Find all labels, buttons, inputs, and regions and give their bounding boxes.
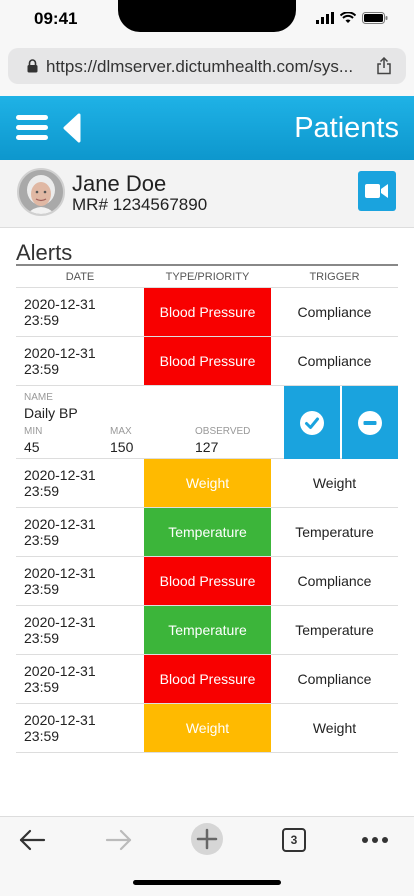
alert-date-time: 23:59 <box>24 312 60 328</box>
alert-date-day: 2020-12-31 <box>24 345 96 361</box>
status-bar: 09:41 <box>0 0 414 40</box>
table-row[interactable]: 2020-12-31 23:59 Weight Weight <box>16 459 398 508</box>
alert-date-time: 23:59 <box>24 630 60 646</box>
alert-date-day: 2020-12-31 <box>24 467 96 483</box>
app-header: Patients <box>0 96 414 160</box>
minus-circle-icon <box>358 410 382 435</box>
patient-summary: Jane Doe MR# 1234567890 <box>0 160 414 228</box>
wifi-icon <box>340 12 356 23</box>
alert-detail-info: NAME Daily BP MIN 45 MAX 150 OBSERVED 12… <box>16 386 284 458</box>
alert-type-badge: Blood Pressure <box>144 337 271 385</box>
alert-trigger: Compliance <box>297 304 372 320</box>
detail-observed-value: 127 <box>195 439 219 455</box>
alert-trigger: Weight <box>312 720 357 736</box>
alert-date: 2020-12-31 23:59 <box>16 459 144 507</box>
home-indicator <box>133 880 281 885</box>
alert-date-day: 2020-12-31 <box>24 516 96 532</box>
lock-icon <box>27 59 38 73</box>
signal-icon <box>316 12 334 24</box>
alert-trigger: Weight <box>312 475 357 491</box>
alert-type-badge: Weight <box>144 459 271 507</box>
alert-date: 2020-12-31 23:59 <box>16 606 144 654</box>
alert-trigger: Compliance <box>297 671 372 687</box>
patient-mr-number: MR# 1234567890 <box>72 195 208 214</box>
column-header-date: DATE <box>65 270 95 283</box>
alert-date-time: 23:59 <box>24 728 60 744</box>
column-header-trigger: TRIGGER <box>309 270 360 283</box>
alert-date-time: 23:59 <box>24 679 60 695</box>
alert-date-day: 2020-12-31 <box>24 296 96 312</box>
avatar <box>17 168 65 216</box>
hamburger-menu-icon[interactable] <box>16 115 48 141</box>
page-title: Patients <box>294 112 399 144</box>
battery-icon <box>362 12 388 24</box>
alert-type-badge: Weight <box>144 704 271 752</box>
device-notch <box>118 0 296 32</box>
alert-type-badge: Temperature <box>144 606 271 654</box>
alert-date-time: 23:59 <box>24 483 60 499</box>
alert-date: 2020-12-31 23:59 <box>16 508 144 556</box>
detail-name-label: NAME <box>24 392 53 403</box>
table-row[interactable]: 2020-12-31 23:59 Temperature Temperature <box>16 606 398 655</box>
acknowledge-button[interactable] <box>284 386 340 459</box>
url-text[interactable]: https://dlmserver.dictumhealth.com/sys..… <box>46 57 368 77</box>
patient-photo <box>19 170 63 214</box>
alert-trigger: Compliance <box>297 353 372 369</box>
detail-min-value: 45 <box>24 439 40 455</box>
alert-date: 2020-12-31 23:59 <box>16 704 144 752</box>
alert-date: 2020-12-31 23:59 <box>16 557 144 605</box>
dismiss-button[interactable] <box>342 386 398 459</box>
alert-detail-panel: NAME Daily BP MIN 45 MAX 150 OBSERVED 12… <box>16 386 398 459</box>
alert-type-badge: Blood Pressure <box>144 288 271 336</box>
status-icons <box>316 12 388 24</box>
alert-date-time: 23:59 <box>24 532 60 548</box>
alert-trigger: Temperature <box>295 622 374 638</box>
detail-max-value: 150 <box>110 439 134 455</box>
alert-type-badge: Blood Pressure <box>144 655 271 703</box>
table-row[interactable]: 2020-12-31 23:59 Blood Pressure Complianc… <box>16 557 398 606</box>
browser-forward-icon[interactable] <box>105 829 133 851</box>
table-row[interactable]: 2020-12-31 23:59 Blood Pressure Complianc… <box>16 655 398 704</box>
detail-max-label: MAX <box>110 426 132 437</box>
address-bar[interactable]: https://dlmserver.dictumhealth.com/sys..… <box>8 48 406 84</box>
table-row[interactable]: 2020-12-31 23:59 Blood Pressure Complianc… <box>16 337 398 386</box>
alerts-table: DATE TYPE/PRIORITY TRIGGER 2020-12-31 23:… <box>16 266 398 753</box>
alert-date-day: 2020-12-31 <box>24 565 96 581</box>
status-time: 09:41 <box>34 9 78 28</box>
patient-name: Jane Doe <box>72 171 167 196</box>
share-icon[interactable] <box>376 57 392 75</box>
detail-observed-label: OBSERVED <box>195 426 251 437</box>
alert-type-badge: Temperature <box>144 508 271 556</box>
video-call-button[interactable] <box>358 171 396 211</box>
table-row[interactable]: 2020-12-31 23:59 Weight Weight <box>16 704 398 753</box>
column-header-type: TYPE/PRIORITY <box>165 270 250 283</box>
browser-address-area: https://dlmserver.dictumhealth.com/sys..… <box>0 40 414 96</box>
video-camera-icon <box>365 184 388 198</box>
table-header: DATE TYPE/PRIORITY TRIGGER <box>16 266 398 288</box>
back-arrow-icon[interactable] <box>62 113 82 143</box>
alert-date-day: 2020-12-31 <box>24 614 96 630</box>
table-row[interactable]: 2020-12-31 23:59 Temperature Temperature <box>16 508 398 557</box>
alert-trigger: Temperature <box>295 524 374 540</box>
detail-name-value: Daily BP <box>24 405 78 421</box>
alert-trigger: Compliance <box>297 573 372 589</box>
alert-date-day: 2020-12-31 <box>24 663 96 679</box>
table-row[interactable]: 2020-12-31 23:59 Blood Pressure Complianc… <box>16 288 398 337</box>
detail-min-label: MIN <box>24 426 43 437</box>
alert-date-time: 23:59 <box>24 581 60 597</box>
alert-date: 2020-12-31 23:59 <box>16 288 144 336</box>
more-options-icon[interactable] <box>362 837 388 843</box>
alert-date-day: 2020-12-31 <box>24 712 96 728</box>
check-circle-icon <box>300 410 324 435</box>
alert-date: 2020-12-31 23:59 <box>16 655 144 703</box>
alert-date-time: 23:59 <box>24 361 60 377</box>
alert-type-badge: Blood Pressure <box>144 557 271 605</box>
alerts-heading: Alerts <box>16 240 73 265</box>
new-tab-icon[interactable] <box>190 822 224 856</box>
alert-date: 2020-12-31 23:59 <box>16 337 144 385</box>
tabs-count-button[interactable]: 3 <box>282 828 306 852</box>
browser-back-icon[interactable] <box>18 829 46 851</box>
